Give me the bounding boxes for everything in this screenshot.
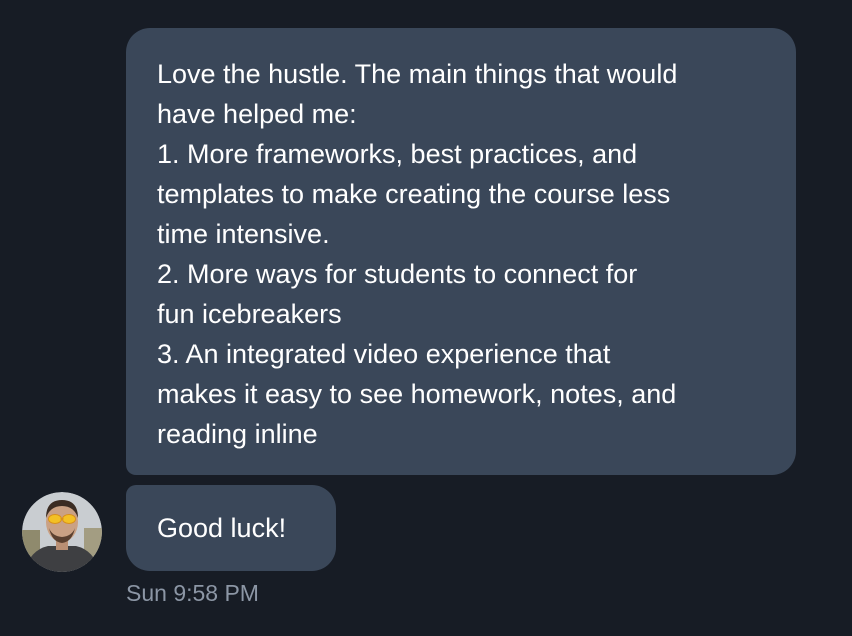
avatar-image: [22, 492, 102, 572]
message-thread: Love the hustle. The main things that wo…: [0, 0, 852, 636]
message-timestamp: Sun 9:58 PM: [126, 580, 259, 606]
message-line: reading inline: [157, 419, 318, 449]
avatar[interactable]: [22, 492, 102, 572]
message-text: Good luck!: [157, 513, 287, 543]
message-line: have helped me:: [157, 99, 357, 129]
message-line: templates to make creating the course le…: [157, 179, 671, 209]
message-line: makes it easy to see homework, notes, an…: [157, 379, 677, 409]
message-line: Love the hustle. The main things that wo…: [157, 59, 678, 89]
message-bubble[interactable]: Good luck!: [126, 485, 336, 571]
message-line: 2. More ways for students to connect for: [157, 259, 638, 289]
message-bubble[interactable]: Love the hustle. The main things that wo…: [126, 28, 796, 475]
message-line: 1. More frameworks, best practices, and: [157, 139, 638, 169]
message-line: time intensive.: [157, 219, 330, 249]
message-line: 3. An integrated video experience that: [157, 339, 611, 369]
message-line: fun icebreakers: [157, 299, 342, 329]
